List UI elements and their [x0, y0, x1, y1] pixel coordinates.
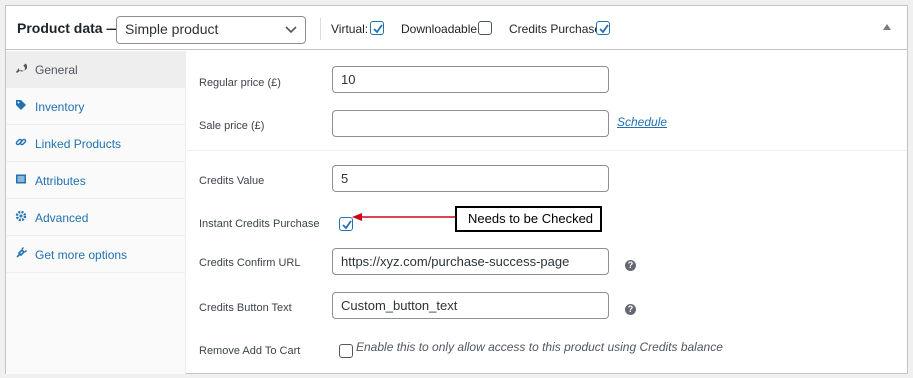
tab-general[interactable]: General: [6, 51, 186, 88]
tab-inventory[interactable]: Inventory: [6, 88, 186, 125]
credits-value-label: Credits Value: [199, 175, 265, 187]
product-type-value: Simple product: [125, 21, 219, 37]
tab-label: Advanced: [35, 211, 89, 225]
help-icon[interactable]: ?: [625, 304, 636, 315]
schedule-link[interactable]: Schedule: [617, 115, 667, 129]
confirm-url-label: Credits Confirm URL: [199, 257, 301, 269]
credits-purchase-label: Credits Purchase:: [509, 22, 605, 36]
tab-label: Inventory: [35, 100, 85, 114]
section-divider: [187, 150, 907, 151]
tab-label: Attributes: [35, 174, 86, 188]
product-type-select[interactable]: Simple product: [116, 16, 306, 44]
tag-icon: [16, 100, 26, 110]
downloadable-label: Downloadable:: [401, 22, 481, 36]
credits-value-input[interactable]: 5: [332, 165, 609, 192]
regular-price-label: Regular price (£): [199, 77, 281, 89]
virtual-label: Virtual:: [331, 22, 369, 36]
help-icon[interactable]: ?: [625, 260, 636, 271]
panel-title: Product data —: [17, 20, 121, 36]
sale-price-input[interactable]: [332, 110, 609, 137]
downloadable-checkbox[interactable]: [478, 21, 492, 35]
tab-get-more-options[interactable]: Get more options: [6, 236, 186, 273]
checkmark-icon: [373, 24, 383, 34]
header-divider: [320, 18, 321, 40]
instant-credits-label: Instant Credits Purchase: [199, 218, 320, 230]
tab-label: Linked Products: [35, 137, 122, 151]
tab-linked-products[interactable]: Linked Products: [6, 125, 186, 162]
tab-advanced[interactable]: Advanced: [6, 199, 186, 236]
product-data-tabs: General Inventory Linked Products Attrib…: [6, 51, 186, 374]
tab-label: Get more options: [35, 248, 128, 262]
regular-price-input[interactable]: 10: [332, 66, 609, 93]
annotation-callout: Needs to be Checked: [455, 206, 602, 232]
plugin-icon: [16, 247, 27, 258]
checkmark-icon: [599, 24, 609, 34]
confirm-url-input[interactable]: https://xyz.com/purchase-success-page: [332, 248, 609, 275]
list-icon: [16, 174, 26, 184]
tab-attributes[interactable]: Attributes: [6, 162, 186, 199]
remove-add-to-cart-checkbox[interactable]: [339, 344, 353, 358]
collapse-toggle-icon[interactable]: [883, 24, 891, 30]
sale-price-label: Sale price (£): [199, 120, 265, 132]
product-data-panel: Product data — Simple product Virtual: D…: [5, 5, 908, 374]
remove-add-to-cart-description: Enable this to only allow access to this…: [356, 340, 723, 354]
button-text-label: Credits Button Text: [199, 302, 292, 314]
credits-purchase-checkbox[interactable]: [596, 21, 610, 35]
gear-icon: [15, 210, 27, 222]
remove-add-to-cart-label: Remove Add To Cart: [199, 345, 301, 357]
chevron-down-icon: [285, 26, 297, 34]
annotation-arrow: [352, 213, 456, 221]
wrench-icon: [16, 63, 27, 73]
panel-header: Product data — Simple product Virtual: D…: [6, 6, 907, 50]
virtual-checkbox[interactable]: [370, 21, 384, 35]
button-text-input[interactable]: Custom_button_text: [332, 292, 609, 319]
link-icon: [15, 138, 27, 146]
tab-label: General: [35, 63, 78, 77]
